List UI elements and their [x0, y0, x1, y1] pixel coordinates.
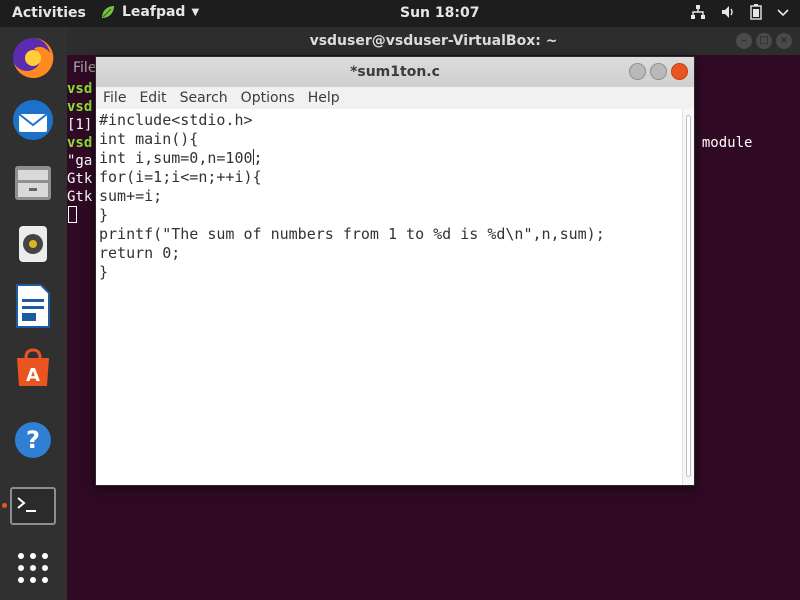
- dock-show-apps[interactable]: [8, 543, 58, 593]
- rhythmbox-icon: [19, 226, 47, 262]
- dock: A ?: [0, 27, 67, 600]
- dock-terminal[interactable]: [8, 481, 58, 531]
- clock[interactable]: Sun 18:07: [400, 5, 479, 21]
- code-line: }: [99, 206, 109, 224]
- menu-edit[interactable]: Edit: [139, 87, 173, 109]
- terminal-line: Gtk: [67, 171, 93, 187]
- writer-icon: [16, 284, 50, 328]
- dock-firefox[interactable]: [8, 33, 58, 83]
- code-line: sum+=i;: [99, 187, 163, 205]
- menu-options[interactable]: Options: [241, 87, 302, 109]
- dock-writer[interactable]: [8, 281, 58, 331]
- thunderbird-icon: [13, 100, 53, 140]
- activities-button[interactable]: Activities: [12, 5, 86, 21]
- editor-maximize-button[interactable]: [650, 63, 667, 80]
- code-line: int i,sum=0,n=100;: [99, 149, 263, 168]
- terminal-titlebar[interactable]: vsduser@vsduser-VirtualBox: ~: [67, 27, 800, 55]
- terminal-line: [1]: [67, 117, 93, 133]
- system-tray[interactable]: [690, 4, 790, 20]
- code-line: }: [99, 263, 109, 281]
- chevron-down-icon: ▼: [191, 6, 200, 18]
- dock-files[interactable]: [8, 157, 58, 207]
- terminal-line: Gtk: [67, 189, 93, 205]
- dock-software[interactable]: A: [8, 343, 58, 393]
- terminal-line: vsd: [67, 135, 93, 151]
- firefox-icon: [13, 37, 54, 78]
- volume-icon[interactable]: [720, 4, 736, 20]
- terminal-line-tail: d module: [685, 135, 753, 151]
- leafpad-icon: [102, 6, 114, 18]
- dock-help[interactable]: ?: [8, 415, 58, 465]
- code-line: return 0;: [99, 244, 181, 262]
- app-name: Leafpad: [122, 4, 186, 20]
- leafpad-window[interactable]: *sum1ton.c File Edit Search Options Help…: [95, 56, 695, 486]
- active-indicator: [2, 503, 7, 508]
- editor-menubar: File Edit Search Options Help: [96, 87, 694, 109]
- terminal-menu-file[interactable]: File: [73, 60, 96, 76]
- power-menu-icon[interactable]: [776, 4, 790, 20]
- terminal-maximize-button[interactable]: □: [756, 33, 772, 49]
- network-icon[interactable]: [690, 4, 706, 20]
- terminal-window-controls: – □ ×: [736, 33, 792, 49]
- terminal-title: vsduser@vsduser-VirtualBox: ~: [309, 33, 558, 49]
- software-icon: A: [17, 348, 49, 386]
- editor-title: *sum1ton.c: [350, 64, 440, 80]
- editor-minimize-button[interactable]: [629, 63, 646, 80]
- svg-text:A: A: [26, 365, 40, 386]
- editor-titlebar[interactable]: *sum1ton.c: [96, 57, 694, 87]
- code-line: for(i=1;i<=n;++i){: [99, 168, 262, 186]
- editor-scrollbar[interactable]: [682, 109, 694, 485]
- top-bar: Activities Leafpad ▼ Sun 18:07: [0, 0, 800, 27]
- app-menu[interactable]: Leafpad ▼: [100, 4, 199, 20]
- terminal-icon: [10, 487, 56, 525]
- menu-search[interactable]: Search: [180, 87, 235, 109]
- code-line: printf("The sum of numbers from 1 to %d …: [99, 225, 605, 243]
- svg-text:?: ?: [26, 426, 40, 454]
- terminal-close-button[interactable]: ×: [776, 33, 792, 49]
- files-icon: [15, 166, 51, 200]
- terminal-line: vsd: [67, 99, 93, 115]
- code-line: #include<stdio.h>: [99, 111, 253, 129]
- code-line-text: ;: [253, 149, 263, 167]
- help-icon: ?: [15, 422, 51, 458]
- show-apps-icon: [18, 553, 48, 583]
- terminal-line: "ga: [67, 153, 93, 169]
- scrollbar-thumb[interactable]: [686, 115, 691, 477]
- dock-thunderbird[interactable]: [8, 95, 58, 145]
- battery-icon[interactable]: [750, 4, 762, 20]
- editor-close-button[interactable]: [671, 63, 688, 80]
- terminal-minimize-button[interactable]: –: [736, 33, 752, 49]
- menu-file[interactable]: File: [103, 87, 133, 109]
- code-line-text: int i,sum=0,n=100: [99, 149, 253, 167]
- terminal-line: vsd: [67, 81, 93, 97]
- menu-help[interactable]: Help: [308, 87, 347, 109]
- terminal-cursor: [68, 206, 77, 223]
- editor-window-controls: [629, 63, 688, 80]
- editor-text-area[interactable]: #include<stdio.h> int main(){ int i,sum=…: [96, 109, 682, 485]
- code-line: int main(){: [99, 130, 199, 148]
- dock-rhythmbox[interactable]: [8, 219, 58, 269]
